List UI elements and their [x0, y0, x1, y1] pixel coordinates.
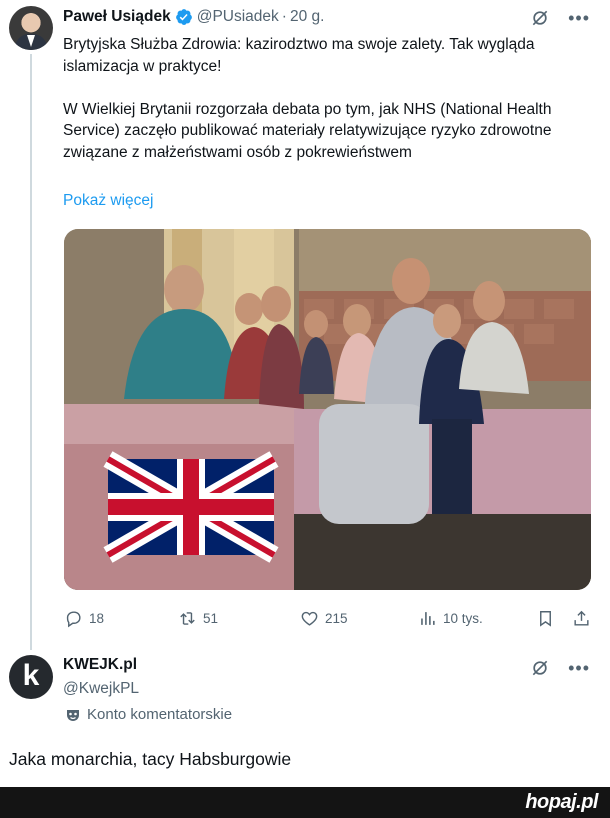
like-count: 215 [325, 610, 348, 626]
separator-dot: · [281, 8, 287, 25]
tweet-photo[interactable] [64, 229, 591, 590]
tweet-time[interactable]: 20 g. [290, 8, 324, 26]
tweet-text: Brytyjska Służba Zdrowia: kazirodztwo ma… [63, 34, 583, 163]
like-action[interactable]: 215 [300, 606, 348, 630]
meme-caption: Jaka monarchia, tacy Habsburgowie [9, 749, 292, 769]
views-icon [421, 611, 435, 625]
site-footer: hopaj.pl [0, 787, 610, 818]
reply-avatar[interactable]: k [9, 655, 53, 699]
mask-icon [67, 709, 79, 721]
views-count: 10 tys. [443, 610, 483, 626]
author-name[interactable]: Paweł Usiądek [63, 8, 171, 26]
tweet-actions: 18 51 215 10 tys. [64, 606, 594, 630]
reply-author-name[interactable]: KWEJK.pl [63, 656, 137, 674]
share-icon [574, 610, 589, 626]
thread-line [30, 54, 32, 650]
grok-icon[interactable] [530, 8, 550, 28]
reply-author-handle[interactable]: @KwejkPL [63, 680, 139, 698]
repost-icon [180, 611, 195, 625]
repost-action[interactable]: 51 [178, 606, 218, 630]
site-brand[interactable]: hopaj.pl [525, 791, 598, 814]
tweet-paragraph-2: W Wielkiej Brytanii rozgorzała debata po… [63, 100, 552, 161]
author-avatar[interactable] [9, 6, 53, 50]
tweet-top-actions: ••• [530, 8, 590, 28]
commentator-badge: Konto komentatorskie [65, 706, 232, 723]
share-action[interactable] [572, 606, 591, 630]
verified-badge-icon [175, 9, 192, 25]
reply-icon [66, 610, 81, 627]
reply-top-actions: ••• [530, 658, 590, 678]
show-more-link[interactable]: Pokaż więcej [63, 192, 153, 210]
repost-count: 51 [203, 610, 219, 626]
reply-count: 18 [89, 610, 105, 626]
commentator-label: Konto komentatorskie [87, 706, 233, 723]
tweet-header: Paweł Usiądek @PUsiadek · 20 g. [63, 7, 324, 27]
grok-icon[interactable] [530, 658, 550, 678]
author-handle[interactable]: @PUsiadek [197, 8, 279, 26]
family-photo-illustration [64, 229, 591, 590]
reply-action[interactable]: 18 [64, 606, 104, 630]
bookmark-icon [540, 610, 551, 627]
like-icon [301, 611, 318, 626]
uk-flag-overlay [103, 451, 279, 563]
views-action[interactable]: 10 tys. [418, 606, 483, 630]
reply-avatar-letter: k [22, 659, 40, 692]
tweet-paragraph-1: Brytyjska Służba Zdrowia: kazirodztwo ma… [63, 36, 535, 75]
tweet-main: Paweł Usiądek @PUsiadek · 20 g. ••• Bryt… [0, 0, 610, 650]
bookmark-action[interactable] [536, 606, 555, 630]
more-icon[interactable]: ••• [568, 9, 590, 27]
more-icon[interactable]: ••• [568, 659, 590, 677]
